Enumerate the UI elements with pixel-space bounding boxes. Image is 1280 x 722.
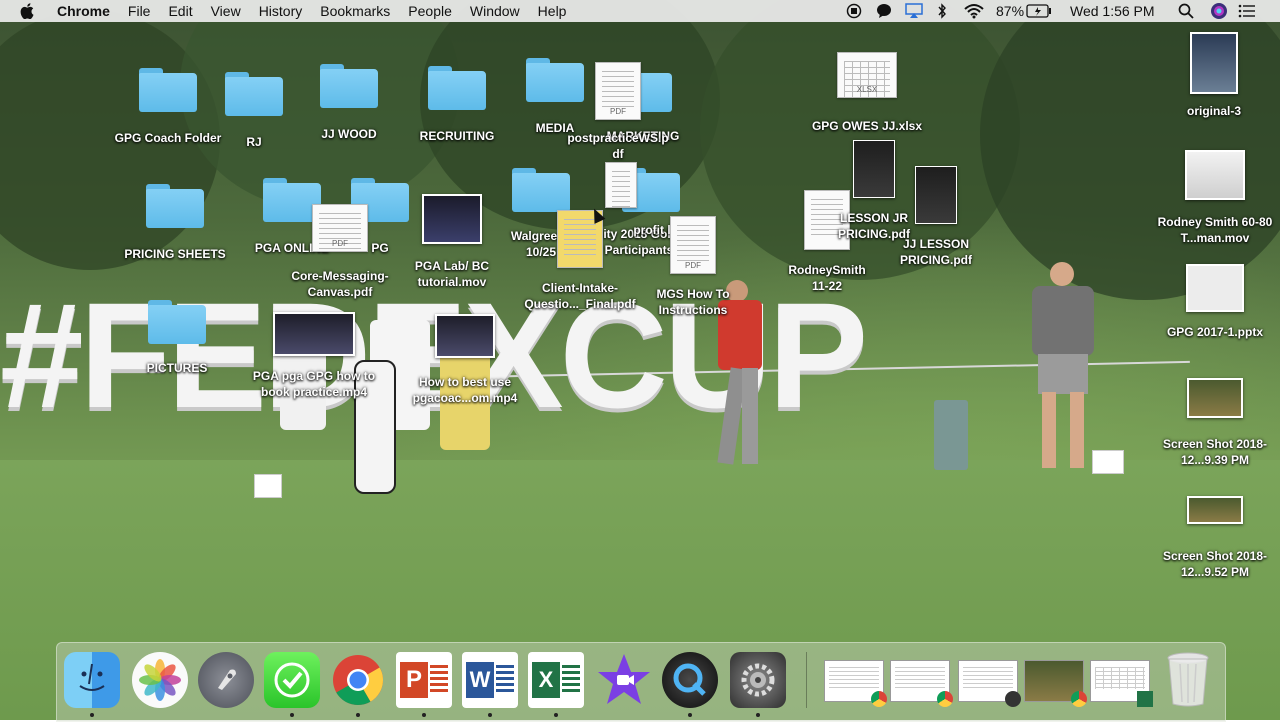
notification-center-icon[interactable] — [1238, 0, 1256, 22]
dock-running-indicator — [422, 713, 426, 717]
battery-percent: 87% — [996, 3, 1025, 19]
bluetooth-icon[interactable] — [936, 0, 948, 22]
desktop-file-screenshot-1[interactable]: Screen Shot 2018-12...9.39 PM — [1150, 378, 1280, 468]
menu-history[interactable]: History — [250, 3, 312, 19]
menu-window[interactable]: Window — [461, 3, 529, 19]
image-thumbnail — [1190, 32, 1238, 94]
desktop-folder-jj-wood[interactable]: JJ WOOD — [300, 64, 398, 142]
dock-running-indicator — [90, 713, 94, 717]
desktop-file-pga-pga-gpg[interactable]: PGA pga GPG how to book practice.mp4 — [244, 312, 384, 400]
desktop-folder-pictures[interactable]: PICTURES — [136, 300, 218, 376]
desktop-folder-gpg-coach[interactable]: GPG Coach Folder — [108, 68, 228, 146]
pdf-file-icon: PDF — [312, 204, 368, 252]
dock-running-indicator — [488, 713, 492, 717]
folder-icon — [225, 72, 283, 116]
wallpaper-official — [1028, 262, 1098, 472]
pdf-file-icon: PDF — [595, 62, 641, 120]
desktop-file-gpg-owes[interactable]: XLSX GPG OWES JJ.xlsx — [806, 52, 928, 134]
dock-excel-icon[interactable]: X — [528, 652, 584, 708]
folder-icon — [320, 64, 378, 108]
dock-messages-icon[interactable] — [264, 652, 320, 708]
dock-minimized-window[interactable] — [1024, 660, 1087, 707]
menu-edit[interactable]: Edit — [159, 3, 201, 19]
dock-running-indicator — [554, 713, 558, 717]
folder-icon — [139, 68, 197, 112]
folder-icon — [148, 300, 206, 344]
video-thumbnail — [1185, 150, 1245, 200]
record-stop-icon[interactable] — [846, 0, 862, 22]
dock-minimized-window[interactable] — [824, 660, 887, 707]
clock[interactable]: Wed 1:56 PM — [1070, 0, 1155, 22]
dock-running-indicator — [356, 713, 360, 717]
menu-help[interactable]: Help — [529, 3, 576, 19]
menu-bookmarks[interactable]: Bookmarks — [311, 3, 399, 19]
image-thumbnail — [1187, 378, 1243, 418]
video-thumbnail — [422, 194, 482, 244]
dock-separator — [806, 652, 807, 708]
desktop-file-gpg-2017[interactable]: GPG 2017-1.pptx — [1160, 264, 1270, 340]
menu-view[interactable]: View — [202, 3, 250, 19]
siri-icon[interactable] — [1210, 0, 1228, 22]
desktop-file-client-intake[interactable]: Client-Intake- Questio..._Final.pdf — [520, 210, 640, 312]
desktop-folder-pricing-sheets[interactable]: PRICING SHEETS — [116, 184, 234, 262]
dock-powerpoint-icon[interactable]: P — [396, 652, 452, 708]
dock-system-preferences-icon[interactable] — [730, 652, 786, 708]
desktop-file-core-messaging[interactable]: PDF Core-Messaging- Canvas.pdf — [282, 204, 398, 300]
wallpaper-trash-bin — [934, 400, 968, 470]
dock-finder-icon[interactable] — [64, 652, 120, 708]
desktop: #FEDEXCUP GPG Coach Folder RJ JJ WOOD RE… — [0, 0, 1280, 720]
dock-running-indicator — [756, 713, 760, 717]
desktop-file-postpractice[interactable]: PDF postpracticeWS.p df — [560, 62, 676, 162]
wallpaper-tee-sign — [1092, 450, 1124, 474]
spotlight-search-icon[interactable] — [1178, 0, 1194, 22]
menu-file[interactable]: File — [119, 3, 160, 19]
pptx-file-icon — [1186, 264, 1244, 312]
desktop-file-original-3[interactable]: original-3 — [1164, 32, 1264, 119]
apple-menu-icon[interactable] — [18, 2, 36, 20]
wallpaper-tee-sign — [254, 474, 282, 498]
dock-chrome-icon[interactable] — [330, 652, 386, 708]
pdf-file-icon — [915, 166, 957, 224]
image-thumbnail — [1187, 496, 1243, 524]
airplay-icon[interactable] — [905, 0, 923, 22]
menu-app-chrome[interactable]: Chrome — [48, 3, 119, 19]
desktop-file-rodney-smith-mov[interactable]: Rodney Smith 60-80 T...man.mov — [1150, 150, 1280, 246]
video-thumbnail — [435, 314, 495, 358]
speech-bubble-icon[interactable] — [876, 0, 892, 22]
desktop-file-mgs-how-to[interactable]: PDF MGS How To Instructions — [648, 216, 738, 318]
video-thumbnail — [273, 312, 355, 356]
desktop-file-jj-lesson[interactable]: JJ LESSON PRICING.pdf — [896, 166, 976, 268]
desktop-file-pga-lab[interactable]: PGA Lab/ BC tutorial.mov — [402, 194, 502, 290]
dock-word-icon[interactable]: W — [462, 652, 518, 708]
xlsx-file-icon — [605, 162, 637, 208]
dock-running-indicator — [688, 713, 692, 717]
dock-imovie-icon[interactable] — [596, 652, 652, 708]
battery-icon[interactable] — [1026, 0, 1052, 22]
dock-minimized-window[interactable] — [958, 660, 1021, 707]
dock-trash-icon[interactable] — [1160, 652, 1216, 708]
dock-minimized-window[interactable] — [890, 660, 953, 707]
wifi-icon[interactable] — [964, 0, 984, 22]
desktop-file-how-to-best-use[interactable]: How to best use pgacoac...om.mp4 — [404, 314, 526, 406]
desktop-folder-rj[interactable]: RJ — [214, 72, 294, 150]
dock-launchpad-icon[interactable] — [198, 652, 254, 708]
menu-people[interactable]: People — [399, 3, 461, 19]
pdf-file-icon — [853, 140, 895, 198]
dock-running-indicator — [290, 713, 294, 717]
folder-icon — [428, 66, 486, 110]
folder-icon — [146, 184, 204, 228]
xlsx-file-icon: XLSX — [837, 52, 897, 98]
desktop-folder-recruiting[interactable]: RECRUITING — [402, 66, 512, 144]
pdf-file-icon: PDF — [670, 216, 716, 274]
desktop-file-screenshot-2[interactable]: Screen Shot 2018-12...9.52 PM — [1150, 496, 1280, 580]
dock-photos-icon[interactable] — [132, 652, 188, 708]
dock-quicktime-icon[interactable] — [662, 652, 718, 708]
dock-minimized-window[interactable] — [1090, 660, 1153, 707]
